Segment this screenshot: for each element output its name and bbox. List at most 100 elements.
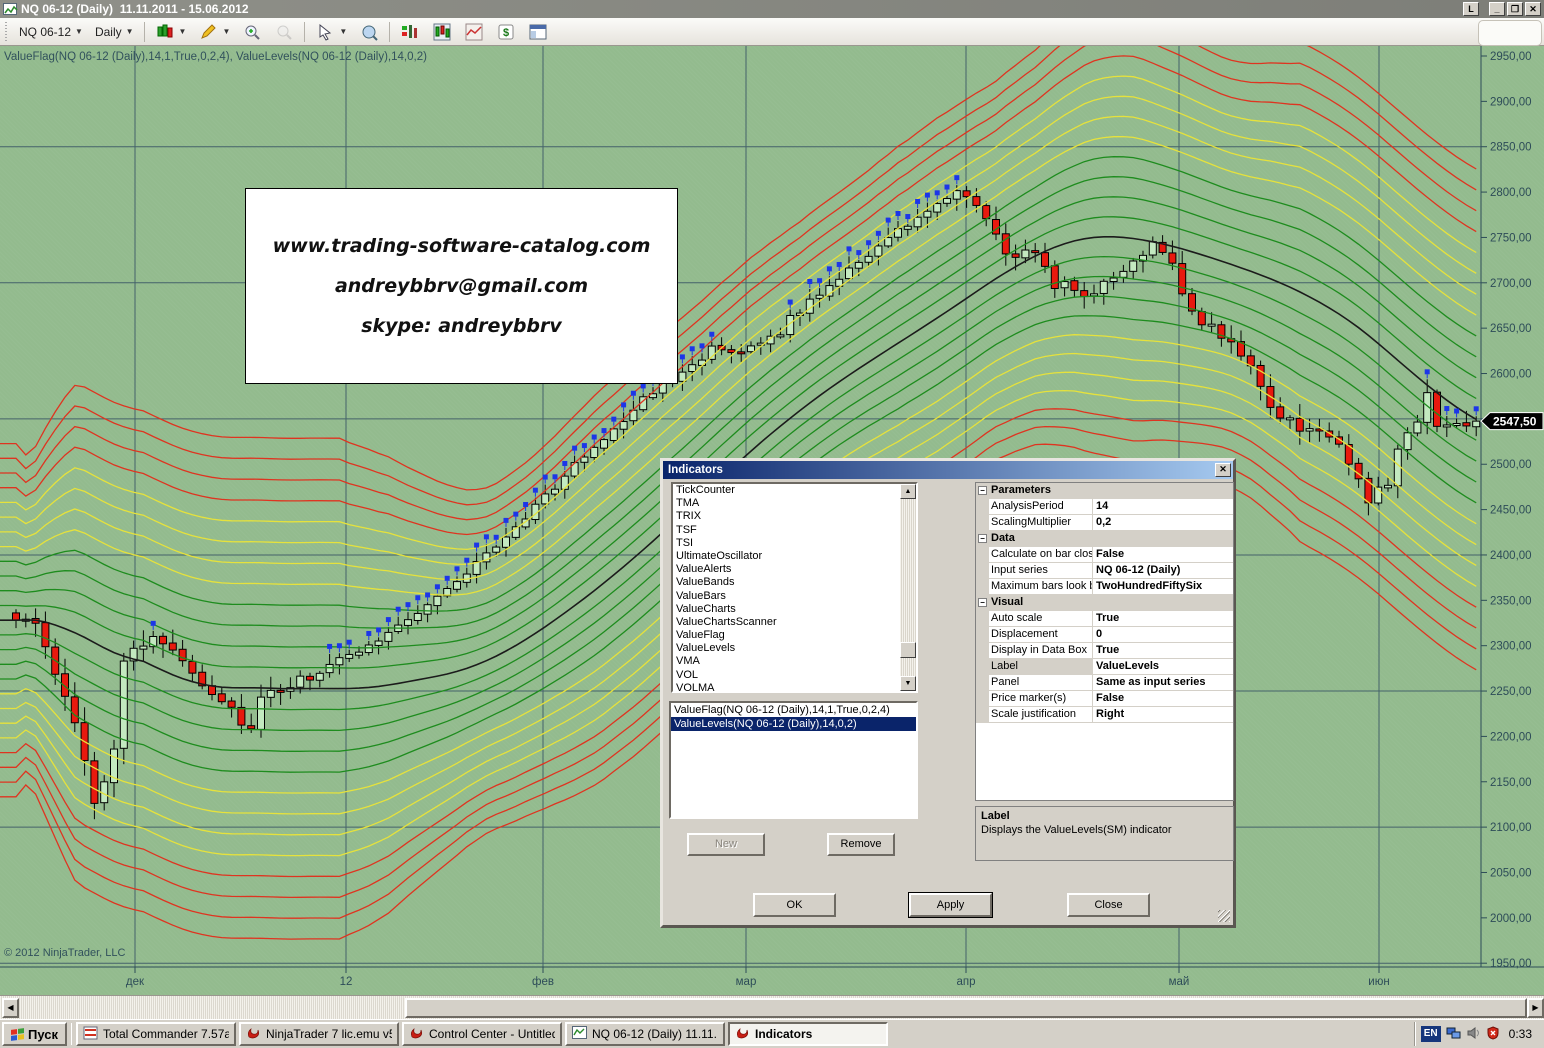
toolbar-grip[interactable] [4,22,9,42]
property-value[interactable]: False [1093,691,1233,706]
indicator-list-item[interactable]: ValueBands [673,576,916,589]
account-button[interactable]: $ [491,20,521,44]
remove-button[interactable]: Remove [827,833,895,856]
indicator-list-item[interactable]: TMA [673,497,916,510]
task-button[interactable]: NinjaTrader 7 lic.emu v5.06 [239,1022,399,1046]
indicator-list-item[interactable]: VOLMA [673,682,916,693]
property-value[interactable]: Same as input series [1093,675,1233,690]
collapse-icon[interactable]: − [978,534,987,543]
draw-tool-button[interactable]: ▼ [193,20,235,44]
panels-button[interactable] [523,20,553,44]
cursor-tool-button[interactable]: ▼ [310,20,352,44]
scroll-up-button[interactable]: ▲ [900,484,916,499]
candles-window-button[interactable] [427,20,457,44]
property-row[interactable]: Display in Data BoxTrue [976,643,1233,659]
property-row[interactable]: Maximum bars look backTwoHundredFiftySix [976,579,1233,595]
period-selector[interactable]: Daily▼ [90,23,139,41]
dialog-close-action-button[interactable]: Close [1067,893,1150,917]
property-value[interactable]: True [1093,643,1233,658]
minimize-button[interactable]: _ [1489,2,1505,16]
available-indicators-list[interactable]: TickCounterTMATRIXTSFTSIUltimateOscillat… [671,482,918,693]
scroll-down-button[interactable]: ▼ [900,676,916,691]
title-bar[interactable]: NQ 06-12 (Daily) 11.11.2011 - 15.06.2012… [0,0,1544,18]
property-row[interactable]: Input seriesNQ 06-12 (Daily) [976,563,1233,579]
resize-grip[interactable] [1218,910,1230,922]
indicator-list-item[interactable]: TSF [673,524,916,537]
indicator-list-item[interactable]: TSI [673,537,916,550]
property-group-row[interactable]: −Visual [976,595,1233,611]
language-indicator[interactable]: EN [1421,1026,1441,1042]
property-row[interactable]: PanelSame as input series [976,675,1233,691]
indicator-list-item[interactable]: ValueFlag [673,629,916,642]
property-row[interactable]: ScalingMultiplier0,2 [976,515,1233,531]
link-button[interactable]: L [1463,2,1479,16]
property-grid[interactable]: −ParametersAnalysisPeriod14ScalingMultip… [975,482,1234,801]
property-value[interactable]: NQ 06-12 (Daily) [1093,563,1233,578]
property-value[interactable]: True [1093,611,1233,626]
indicator-list-item[interactable]: ValueAlerts [673,563,916,576]
indicator-list-item[interactable]: TickCounter [673,484,916,497]
indicator-list-item[interactable]: ValueLevels [673,642,916,655]
property-row[interactable]: Auto scaleTrue [976,611,1233,627]
apply-button[interactable]: Apply [909,893,992,917]
task-button[interactable]: Control Center - Untitled1 [402,1022,562,1046]
property-group-row[interactable]: −Data [976,531,1233,547]
property-value[interactable]: 14 [1093,499,1233,514]
property-value[interactable]: False [1093,547,1233,562]
property-row[interactable]: Calculate on bar closeFalse [976,547,1233,563]
candle-body [816,295,823,298]
chart-style-button[interactable]: ▼ [150,20,192,44]
indicator-list-item[interactable]: TRIX [673,510,916,523]
indicator-list-item[interactable]: VOL [673,669,916,682]
task-button[interactable]: Total Commander 7.57a ... [76,1022,236,1046]
dialog-title-bar[interactable]: Indicators ✕ [663,461,1233,479]
collapse-icon[interactable]: − [978,598,987,607]
property-value[interactable]: TwoHundredFiftySix [1093,579,1233,594]
list-scrollbar[interactable]: ▲ ▼ [900,484,916,691]
scroll-thumb[interactable] [900,642,916,658]
close-button[interactable]: ✕ [1525,2,1541,16]
property-row[interactable]: Scale justificationRight [976,707,1233,723]
x-axis-label: июн [1368,976,1389,988]
network-icon[interactable] [1446,1026,1462,1043]
property-row[interactable]: LabelValueLevels [976,659,1233,675]
new-button[interactable]: New [687,833,765,856]
flag-icon [553,474,558,479]
restore-button[interactable]: ❐ [1507,2,1523,16]
property-value[interactable]: ValueLevels [1093,659,1233,674]
indicator-list-item[interactable]: ValueCharts [673,603,916,616]
zoom-out-button[interactable] [269,20,299,44]
property-row[interactable]: Price marker(s)False [976,691,1233,707]
security-alert-icon[interactable] [1486,1026,1500,1043]
scroll-thumb[interactable] [405,998,1527,1018]
task-button[interactable]: NQ 06-12 (Daily) 11.11.... [565,1022,725,1046]
data-box-button[interactable] [354,20,384,44]
instrument-selector[interactable]: NQ 06-12▼ [14,23,88,41]
property-row[interactable]: AnalysisPeriod14 [976,499,1233,515]
chart-horizontal-scrollbar[interactable]: ◀ ▶ [0,995,1544,1019]
volume-icon[interactable] [1467,1026,1481,1043]
indicator-list-item[interactable]: ValueChartsScanner [673,616,916,629]
zoom-in-button[interactable] [237,20,267,44]
dialog-close-button[interactable]: ✕ [1215,463,1231,477]
scroll-left-button[interactable]: ◀ [2,998,19,1018]
ok-button[interactable]: OK [753,893,836,917]
scroll-right-button[interactable]: ▶ [1527,998,1544,1018]
configured-indicators-list[interactable]: ValueFlag(NQ 06-12 (Daily),14,1,True,0,2… [669,701,918,819]
indicator-list-item[interactable]: UltimateOscillator [673,550,916,563]
property-value[interactable]: 0 [1093,627,1233,642]
start-button[interactable]: Пуск [2,1022,67,1046]
indicator-list-item[interactable]: ValueBars [673,590,916,603]
property-row[interactable]: Displacement0 [976,627,1233,643]
property-group-row[interactable]: −Parameters [976,483,1233,499]
indicator-list-item[interactable]: VMA [673,655,916,668]
property-value[interactable]: 0,2 [1093,515,1233,530]
clock[interactable]: 0:33 [1505,1027,1536,1041]
collapse-icon[interactable]: − [978,486,987,495]
area-chart-button[interactable] [459,20,489,44]
task-button[interactable]: Indicators [728,1022,888,1046]
configured-indicator-item[interactable]: ValueFlag(NQ 06-12 (Daily),14,1,True,0,2… [671,703,916,717]
bar-chart-button[interactable] [395,20,425,44]
configured-indicator-item[interactable]: ValueLevels(NQ 06-12 (Daily),14,0,2) [671,717,916,731]
property-value[interactable]: Right [1093,707,1233,722]
